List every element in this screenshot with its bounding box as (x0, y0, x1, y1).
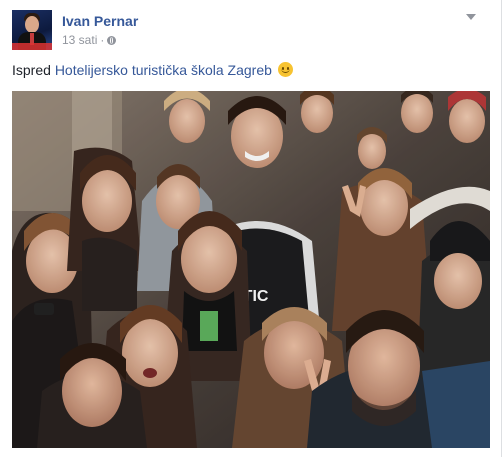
location-link[interactable]: Hotelijersko turistička škola Zagreb (55, 62, 272, 78)
smiley-icon (277, 62, 293, 77)
facebook-post: Ivan Pernar 13 sati · Ispred Hotelijersko… (0, 0, 502, 457)
post-photo[interactable]: ETIC (12, 91, 490, 448)
post-text: Ispred Hotelijersko turistička škola Zag… (12, 62, 293, 78)
globe-icon[interactable] (107, 36, 117, 45)
chevron-down-icon[interactable] (466, 14, 476, 20)
post-header: Ivan Pernar 13 sati · (12, 10, 482, 52)
author-name[interactable]: Ivan Pernar (62, 13, 138, 29)
post-text-prefix: Ispred (12, 62, 55, 78)
avatar[interactable] (12, 10, 52, 50)
group-selfie-image: ETIC (12, 91, 490, 448)
post-timestamp[interactable]: 13 sati (62, 33, 97, 47)
post-meta: 13 sati · (62, 33, 117, 47)
meta-separator: · (100, 33, 105, 47)
